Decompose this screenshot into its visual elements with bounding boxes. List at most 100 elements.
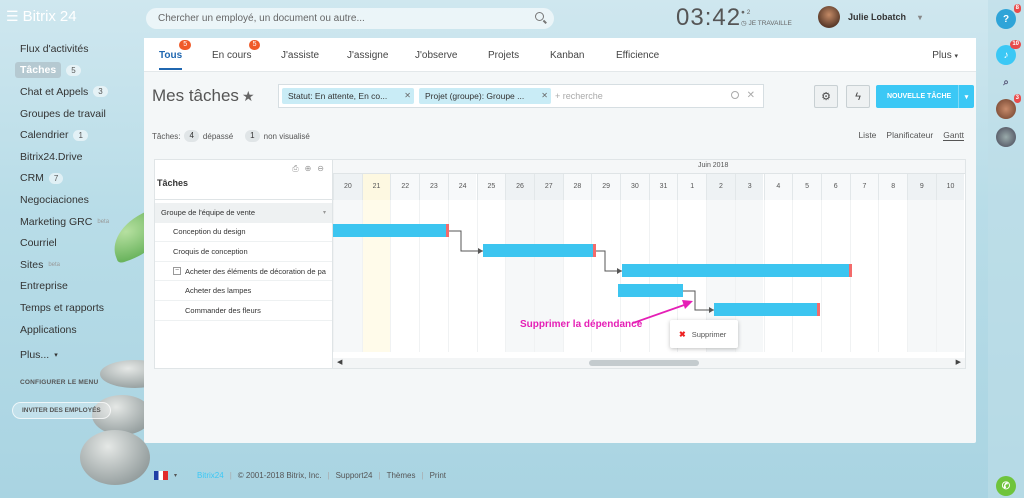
tab-assisting[interactable]: J'assiste <box>281 50 319 61</box>
view-gantt[interactable]: Gantt <box>943 130 964 141</box>
arrow-head-icon <box>617 268 622 274</box>
sidebar-item-deals[interactable]: Negociaciones <box>0 189 140 211</box>
sidebar-item-label: Entreprise <box>20 280 68 293</box>
tab-all[interactable]: Tous 5 <box>159 40 192 70</box>
overdue-label[interactable]: dépassé <box>203 132 233 141</box>
footer-print-link[interactable]: Print <box>430 471 446 480</box>
dependency-line[interactable] <box>449 230 483 252</box>
configure-menu-link[interactable]: CONFIGURER LE MENU <box>20 379 98 386</box>
tab-kanban[interactable]: Kanban <box>550 50 584 61</box>
tab-assigned[interactable]: J'assigne <box>347 50 388 61</box>
app-logo[interactable]: ☰ Bitrix 24 <box>6 8 77 25</box>
sidebar-item-chat[interactable]: Chat et Appels 3 <box>0 81 140 103</box>
sidebar-item-calendar[interactable]: Calendrier 1 <box>0 124 140 146</box>
contact-avatar-button[interactable] <box>996 127 1016 147</box>
sidebar-item-label: Courriel <box>20 237 57 250</box>
menu-icon[interactable]: ☰ <box>6 8 19 25</box>
remove-dependency-popup[interactable]: ✖ Supprimer <box>670 320 738 348</box>
sidebar-item-sites[interactable]: Sites beta <box>0 254 140 276</box>
sidebar-badge: 1 <box>73 129 88 141</box>
contact-badge: 3 <box>1013 94 1021 103</box>
work-status[interactable]: ● 2 ◷ JE TRAVAILLE <box>741 7 792 29</box>
gantt-task-list: ⎙ ⊕ ⊖ Tâches Groupe de l'équipe de vente… <box>155 160 333 368</box>
logo-number: 24 <box>59 8 77 25</box>
view-list[interactable]: Liste <box>858 130 876 141</box>
sidebar-item-groups[interactable]: Groupes de travail <box>0 103 140 125</box>
view-planner[interactable]: Planificateur <box>886 130 933 141</box>
close-icon[interactable]: ✕ <box>404 88 411 104</box>
quick-actions-button[interactable]: ϟ <box>846 85 870 108</box>
unseen-label[interactable]: non visualisé <box>264 132 310 141</box>
tab-observing[interactable]: J'observe <box>415 50 458 61</box>
sidebar-item-mail[interactable]: Courriel <box>0 232 140 254</box>
filter-chip-status[interactable]: Statut: En attente, En co... ✕ <box>282 88 414 104</box>
sidebar-item-activity[interactable]: Flux d'activités <box>0 38 140 60</box>
gantt-horizontal-scrollbar[interactable]: ◀ ▶ <box>333 358 965 368</box>
gantt-row-parent[interactable]: − Acheter des éléments de décoration de p… <box>155 262 332 282</box>
search-icon[interactable] <box>535 12 544 21</box>
remove-dependency-button[interactable]: Supprimer <box>692 330 727 339</box>
sidebar-item-marketing[interactable]: Marketing GRC beta <box>0 211 140 233</box>
sidebar-item-more[interactable]: Plus... ▾ <box>0 344 140 366</box>
sidebar-item-label: Groupes de travail <box>20 107 106 120</box>
invite-employees-button[interactable]: INVITER DES EMPLOYÉS <box>12 402 111 419</box>
tab-label: En cours <box>212 50 252 61</box>
filter-search-input[interactable]: + recherche <box>555 91 603 101</box>
tab-projects[interactable]: Projets <box>488 50 519 61</box>
sidebar-item-drive[interactable]: Bitrix24.Drive <box>0 146 140 168</box>
phone-button[interactable]: ✆ <box>996 476 1016 496</box>
tab-in-progress[interactable]: En cours 5 <box>212 40 261 61</box>
sidebar-item-time[interactable]: Temps et rapports <box>0 297 140 319</box>
gantt-row-group[interactable]: Groupe de l'équipe de vente ▾ <box>155 203 332 223</box>
close-icon[interactable]: ✕ <box>747 90 755 101</box>
arrow-head-icon <box>709 307 714 313</box>
star-icon[interactable]: ★ <box>242 88 255 104</box>
search-input[interactable]: Chercher un employé, un document ou autr… <box>158 13 365 24</box>
sidebar-item-crm[interactable]: CRM 7 <box>0 168 140 190</box>
filter-chip-label: Projet (groupe): Groupe ... <box>425 91 525 101</box>
scrollbar-thumb[interactable] <box>589 360 699 366</box>
search-icon[interactable] <box>731 91 739 99</box>
dependency-line[interactable] <box>596 250 622 272</box>
unseen-count[interactable]: 1 <box>245 130 260 142</box>
close-icon[interactable]: ✕ <box>541 88 548 104</box>
clock-time[interactable]: 03:42 <box>676 4 741 32</box>
search-button[interactable]: ⌕ <box>996 72 1016 92</box>
footer-separator: | <box>378 471 381 480</box>
gantt-row-task[interactable]: Croquis de conception <box>155 242 332 262</box>
help-button[interactable]: ? 8 <box>996 4 1021 29</box>
arrow-right-icon[interactable]: ▶ <box>956 358 961 366</box>
dependency-line[interactable] <box>683 290 714 311</box>
sidebar-item-apps[interactable]: Applications <box>0 319 140 341</box>
sidebar-item-company[interactable]: Entreprise <box>0 276 140 298</box>
chevron-down-icon[interactable]: ▾ <box>323 209 326 216</box>
settings-button[interactable]: ⚙ <box>814 85 838 108</box>
new-task-button[interactable]: NOUVELLE TÂCHE ▾ <box>876 85 974 108</box>
tabs-more-label: Plus <box>932 50 952 61</box>
gantt-row-subtask[interactable]: Acheter des lampes <box>155 281 332 301</box>
contact-avatar-button[interactable]: 3 <box>996 94 1021 119</box>
filter-chip-project[interactable]: Projet (groupe): Groupe ... ✕ <box>419 88 551 104</box>
view-switcher: Liste Planificateur Gantt <box>858 130 964 141</box>
chevron-down-icon[interactable]: ▾ <box>174 472 177 479</box>
tabs-more-button[interactable]: Plus ▾ <box>932 50 958 61</box>
arrow-left-icon[interactable]: ◀ <box>337 358 342 366</box>
sidebar-item-tasks[interactable]: Tâches 5 <box>0 60 140 82</box>
row-label: Acheter des éléments de décoration de pa <box>185 266 326 276</box>
bell-icon: ♪ <box>1003 49 1009 61</box>
user-menu[interactable]: Julie Lobatch ▾ <box>818 6 922 28</box>
global-search[interactable]: Chercher un employé, un document ou autr… <box>146 8 554 29</box>
sidebar-badge: 5 <box>66 64 81 76</box>
footer-support-link[interactable]: Support24 <box>336 471 373 480</box>
collapse-icon[interactable]: − <box>173 267 181 276</box>
notifications-button[interactable]: ♪ 10 <box>996 40 1021 65</box>
flag-france-icon[interactable] <box>154 471 168 480</box>
page-title-text: Mes tâches <box>152 86 239 105</box>
gantt-row-subtask[interactable]: Commander des fleurs <box>155 301 332 321</box>
tab-efficiency[interactable]: Efficience <box>616 50 659 61</box>
gantt-row-task[interactable]: Conception du design <box>155 223 332 243</box>
overdue-count[interactable]: 4 <box>184 130 199 142</box>
footer-themes-link[interactable]: Thèmes <box>387 471 416 480</box>
filter-bar[interactable]: Statut: En attente, En co... ✕ Projet (gr… <box>278 84 764 108</box>
chevron-down-icon[interactable]: ▾ <box>958 85 974 108</box>
